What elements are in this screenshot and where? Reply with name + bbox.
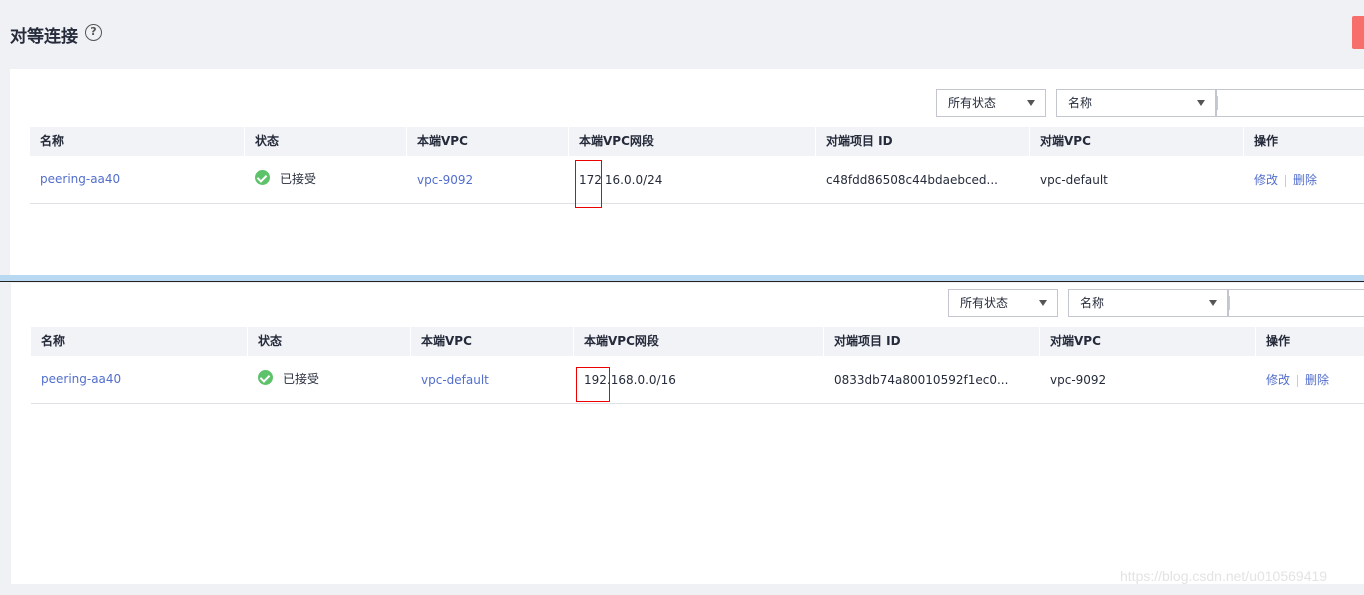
- status-text: 已接受: [280, 172, 317, 186]
- peering-name-link[interactable]: peering-aa40: [40, 172, 120, 186]
- local-vpc-link[interactable]: vpc-9092: [417, 173, 473, 187]
- field-filter-label: 名称: [1068, 96, 1093, 110]
- status-filter-select[interactable]: 所有状态: [948, 289, 1058, 317]
- status-text: 已接受: [283, 372, 320, 386]
- create-button[interactable]: [1352, 16, 1364, 49]
- column-header-local-cidr[interactable]: 本端VPC网段: [573, 327, 823, 356]
- table-row: peering-aa40 已接受 vpc-9092 172 16.0.0/24 c…: [30, 156, 1364, 204]
- search-input[interactable]: [1228, 289, 1364, 317]
- table-header: 名称 状态 本端VPC 本端VPC网段 对端项目 ID 对端VPC 操作: [30, 127, 1364, 156]
- column-header-name[interactable]: 名称: [30, 127, 244, 156]
- success-check-icon: [258, 370, 273, 385]
- cidr-suffix: 16.0.0/24: [604, 173, 663, 187]
- column-header-operation: 操作: [1255, 327, 1364, 356]
- column-header-peer-project-id[interactable]: 对端项目 ID: [815, 127, 1029, 156]
- field-filter-select[interactable]: 名称: [1068, 289, 1228, 317]
- divider: [1297, 374, 1299, 387]
- highlight-box: [576, 367, 610, 402]
- peering-list-panel: 所有状态 名称 名称 状态 本端VPC 本端VPC网段 对端项目 ID 对端VP…: [10, 69, 1364, 275]
- column-header-name[interactable]: 名称: [31, 327, 247, 356]
- success-check-icon: [255, 170, 270, 185]
- peer-project-id: 0833db74a80010592f1ec0...: [834, 373, 1009, 387]
- peer-vpc: vpc-9092: [1050, 373, 1107, 387]
- field-filter-label: 名称: [1080, 296, 1105, 310]
- status-filter-label: 所有状态: [948, 96, 997, 110]
- column-header-peer-project-id[interactable]: 对端项目 ID: [823, 327, 1039, 356]
- column-header-status[interactable]: 状态: [247, 327, 410, 356]
- column-header-operation: 操作: [1243, 127, 1364, 156]
- local-vpc-link[interactable]: vpc-default: [421, 373, 489, 387]
- chevron-down-icon: [1027, 100, 1035, 106]
- edit-link[interactable]: 修改: [1254, 173, 1278, 187]
- peer-project-id: c48fdd86508c44bdaebced...: [826, 173, 998, 187]
- chevron-down-icon: [1039, 300, 1047, 306]
- column-header-peer-vpc[interactable]: 对端VPC: [1029, 127, 1243, 156]
- chevron-down-icon: [1197, 100, 1205, 106]
- delete-link[interactable]: 删除: [1293, 173, 1317, 187]
- table-row: peering-aa40 已接受 vpc-default 192.168.0.0…: [31, 356, 1364, 404]
- peering-list-panel: 所有状态 名称 名称 状态 本端VPC 本端VPC网段 对端项目 ID 对端VP…: [11, 283, 1364, 584]
- peer-vpc: vpc-default: [1040, 173, 1108, 187]
- status-filter-select[interactable]: 所有状态: [936, 89, 1046, 117]
- column-header-status[interactable]: 状态: [244, 127, 406, 156]
- status-filter-label: 所有状态: [960, 296, 1009, 310]
- search-input[interactable]: [1216, 89, 1364, 117]
- divider: [1229, 296, 1230, 310]
- page-title: 对等连接: [10, 27, 78, 47]
- column-header-local-vpc[interactable]: 本端VPC: [406, 127, 568, 156]
- edit-link[interactable]: 修改: [1266, 373, 1290, 387]
- cidr-suffix: 168.0.0/16: [610, 373, 676, 387]
- delete-link[interactable]: 删除: [1305, 373, 1329, 387]
- chevron-down-icon: [1209, 300, 1217, 306]
- column-header-local-cidr[interactable]: 本端VPC网段: [568, 127, 815, 156]
- watermark: https://blog.csdn.net/u010569419: [1120, 568, 1328, 584]
- question-circle-icon[interactable]: ?: [85, 24, 102, 41]
- highlight-box: [575, 160, 602, 208]
- column-header-peer-vpc[interactable]: 对端VPC: [1039, 327, 1255, 356]
- peering-name-link[interactable]: peering-aa40: [41, 372, 121, 386]
- section-divider: [0, 275, 1364, 282]
- divider: [1285, 174, 1287, 187]
- field-filter-select[interactable]: 名称: [1056, 89, 1216, 117]
- divider: [1217, 96, 1218, 110]
- column-header-local-vpc[interactable]: 本端VPC: [410, 327, 573, 356]
- table-header: 名称 状态 本端VPC 本端VPC网段 对端项目 ID 对端VPC 操作: [31, 327, 1364, 356]
